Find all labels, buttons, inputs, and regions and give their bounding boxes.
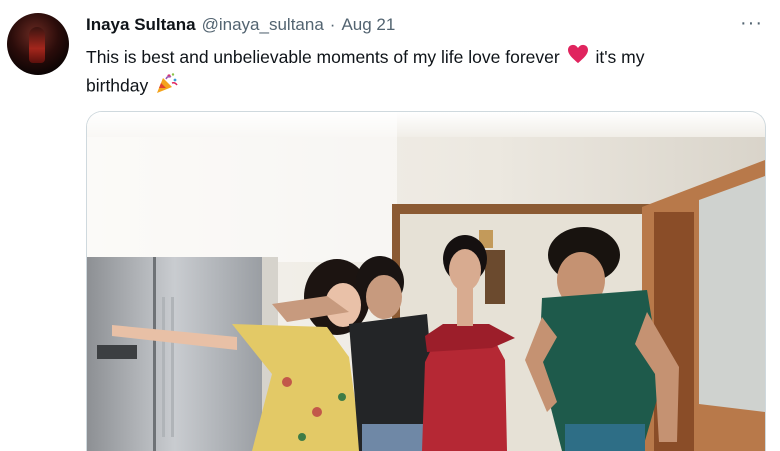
author-name[interactable]: Inaya Sultana <box>86 15 196 35</box>
separator-dot: · <box>329 15 336 34</box>
tweet-text: This is best and unbelievable moments of… <box>86 44 746 102</box>
tweet-text-part2: it's my <box>595 47 645 67</box>
tweet-date[interactable]: Aug 21 <box>341 15 395 35</box>
tweet-text-part3: birthday <box>86 76 149 96</box>
more-options-icon[interactable]: ··· <box>740 12 763 35</box>
photo-illustration <box>87 112 765 451</box>
avatar[interactable] <box>7 13 69 75</box>
tweet-photo[interactable] <box>86 111 766 451</box>
red-heart-icon <box>567 44 589 72</box>
author-handle[interactable]: @inaya_sultana <box>202 15 324 35</box>
tweet[interactable]: Inaya Sultana @inaya_sultana · Aug 21 ··… <box>0 0 780 451</box>
tweet-header: Inaya Sultana @inaya_sultana · Aug 21 <box>86 15 395 37</box>
tweet-text-part1: This is best and unbelievable moments of… <box>86 47 560 67</box>
party-popper-icon <box>155 72 179 102</box>
